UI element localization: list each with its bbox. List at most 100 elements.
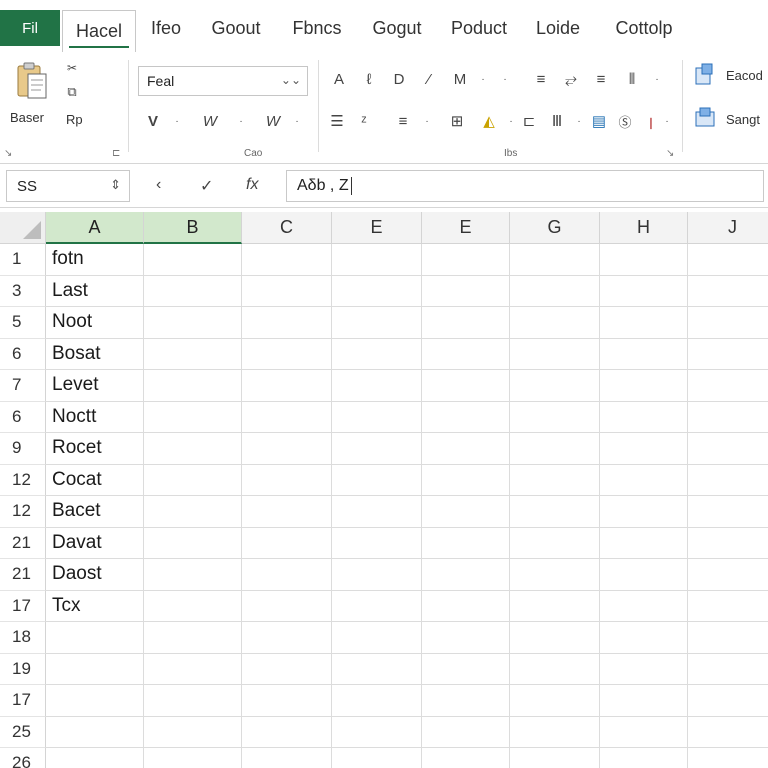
align-left-icon[interactable]: ☰	[326, 110, 348, 132]
cell[interactable]	[144, 338, 242, 370]
cell[interactable]	[332, 307, 422, 339]
cell[interactable]	[510, 496, 600, 528]
tab-insert[interactable]: Ifeo	[140, 10, 192, 46]
cell[interactable]	[600, 716, 688, 748]
cell[interactable]	[510, 748, 600, 768]
cell[interactable]	[688, 622, 768, 654]
cell[interactable]	[144, 527, 242, 559]
cell[interactable]	[422, 244, 510, 276]
cell-column-a[interactable]: Noot	[46, 307, 144, 339]
row-header[interactable]: 3	[0, 275, 46, 307]
cell[interactable]	[688, 591, 768, 622]
align-right-icon[interactable]: ⊏	[518, 110, 540, 132]
tab-review[interactable]: Poduct	[446, 10, 512, 46]
cell[interactable]	[242, 370, 332, 402]
clear-format-icon[interactable]: ꞁ	[640, 110, 662, 132]
cell[interactable]	[510, 244, 600, 276]
cell-column-a[interactable]: fotn	[46, 244, 144, 276]
row-header[interactable]: 12	[0, 464, 46, 496]
row-header[interactable]: 7	[0, 370, 46, 402]
cell[interactable]	[242, 716, 332, 748]
row-header[interactable]: 5	[0, 307, 46, 339]
cell-column-a[interactable]: Last	[46, 275, 144, 307]
tab-page-layout[interactable]: Goout	[204, 10, 268, 46]
cell[interactable]	[242, 275, 332, 307]
column-header-h[interactable]: H	[600, 212, 688, 244]
underline-icon[interactable]: W	[262, 110, 284, 132]
format-table-label[interactable]: Sangt	[726, 112, 760, 127]
cell[interactable]	[422, 559, 510, 591]
cell[interactable]	[510, 307, 600, 339]
cell[interactable]	[332, 244, 422, 276]
cell[interactable]	[600, 527, 688, 559]
cell[interactable]	[242, 496, 332, 528]
cell[interactable]	[422, 685, 510, 717]
tab-home[interactable]: Hacel	[62, 10, 136, 52]
cell[interactable]	[600, 590, 688, 622]
tab-view[interactable]: Loide	[528, 10, 588, 46]
cell[interactable]	[600, 748, 688, 768]
cell-column-a[interactable]: Rocet	[46, 433, 144, 465]
cell[interactable]	[144, 496, 242, 528]
cell[interactable]	[688, 748, 768, 768]
cell[interactable]	[422, 527, 510, 559]
chevron-down-icon[interactable]: ·	[662, 112, 672, 130]
chevron-down-icon[interactable]: ·	[652, 70, 662, 88]
cell[interactable]	[688, 528, 768, 559]
chevron-down-icon[interactable]: ·	[478, 70, 488, 88]
cell[interactable]	[144, 433, 242, 465]
cell-column-a[interactable]: Noctt	[46, 401, 144, 433]
clipboard-dialog-icon[interactable]: ⊏	[112, 148, 120, 159]
cell[interactable]	[688, 276, 768, 307]
cell[interactable]	[144, 685, 242, 717]
cell[interactable]	[144, 275, 242, 307]
cell[interactable]	[422, 464, 510, 496]
cell[interactable]	[144, 307, 242, 339]
cell[interactable]	[242, 622, 332, 654]
cell[interactable]	[242, 433, 332, 465]
cell-column-a[interactable]: Davat	[46, 527, 144, 559]
cell[interactable]	[600, 496, 688, 528]
cell[interactable]	[422, 653, 510, 685]
cell[interactable]	[242, 685, 332, 717]
cell[interactable]	[510, 338, 600, 370]
borders-icon[interactable]: ⊞	[446, 110, 468, 132]
cell[interactable]	[688, 496, 768, 528]
font-color-icon[interactable]: D	[388, 68, 410, 90]
chevron-down-icon[interactable]: ·	[506, 112, 516, 130]
chevron-down-icon[interactable]: ·	[236, 112, 246, 130]
chevron-down-icon[interactable]: ·	[574, 112, 584, 130]
cell[interactable]	[242, 559, 332, 591]
cell[interactable]	[688, 244, 768, 276]
column-header-e[interactable]: E	[422, 212, 510, 244]
cell[interactable]	[144, 464, 242, 496]
tab-data[interactable]: Gogut	[364, 10, 430, 46]
cell[interactable]	[688, 433, 768, 465]
cell[interactable]	[600, 685, 688, 717]
cell[interactable]	[242, 338, 332, 370]
enter-icon[interactable]: ✓	[200, 176, 213, 196]
cell-styles-icon[interactable]	[692, 62, 720, 90]
cell[interactable]	[144, 401, 242, 433]
cell[interactable]	[510, 559, 600, 591]
clipboard-launcher-icon[interactable]: ↘	[4, 148, 12, 159]
cell[interactable]	[422, 307, 510, 339]
cell-column-a[interactable]: Levet	[46, 370, 144, 402]
cell[interactable]	[688, 654, 768, 685]
insert-function-icon[interactable]: fx	[246, 176, 258, 194]
cell[interactable]	[510, 401, 600, 433]
cell[interactable]	[600, 370, 688, 402]
cell[interactable]	[600, 622, 688, 654]
cell[interactable]	[510, 653, 600, 685]
cell[interactable]	[242, 653, 332, 685]
cell[interactable]	[144, 370, 242, 402]
row-header[interactable]: 6	[0, 338, 46, 370]
cell[interactable]	[422, 370, 510, 402]
cell[interactable]	[422, 748, 510, 768]
row-header[interactable]: 9	[0, 433, 46, 465]
cell-styles-label[interactable]: Eacod	[726, 68, 763, 83]
cell[interactable]	[600, 244, 688, 276]
cell[interactable]	[510, 370, 600, 402]
paste-label[interactable]: Baser	[10, 110, 44, 125]
row-header[interactable]: 25	[0, 716, 46, 748]
